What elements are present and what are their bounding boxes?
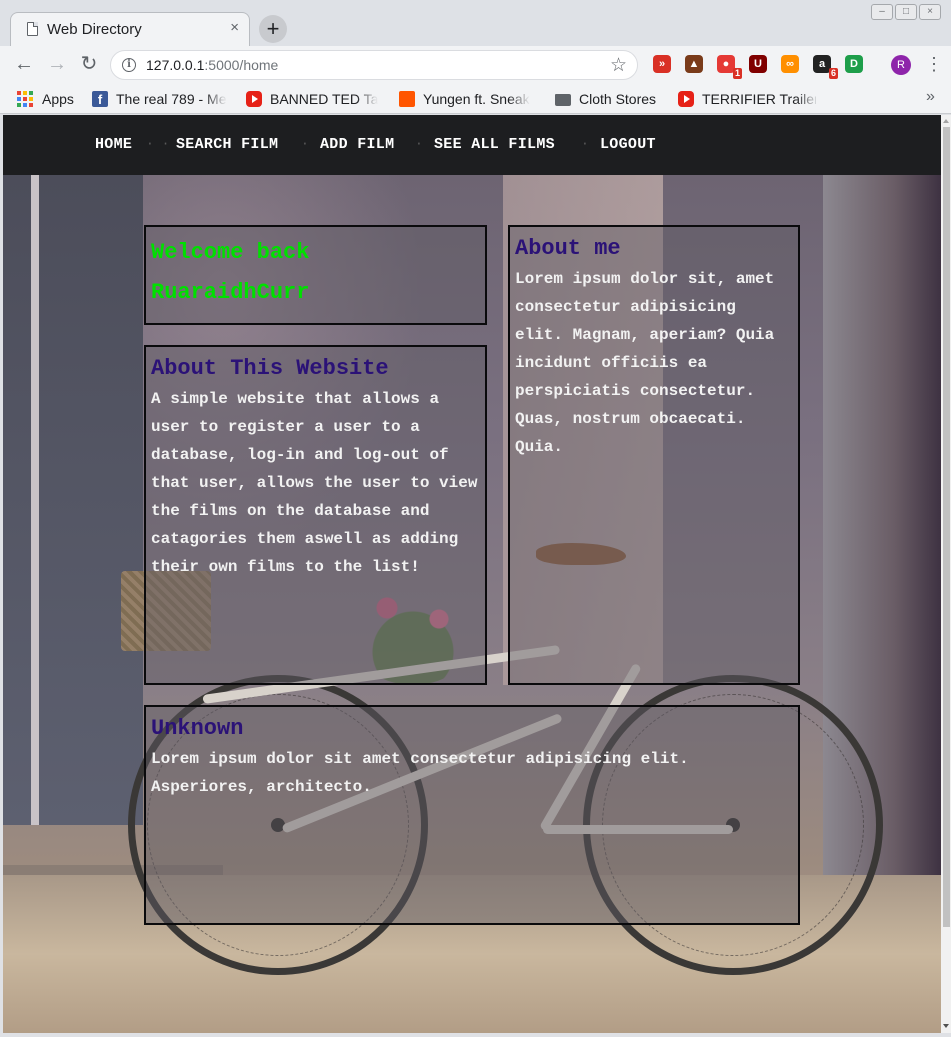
scroll-down-arrow-icon[interactable]	[943, 1024, 949, 1028]
soundcloud-icon	[399, 91, 415, 107]
nav-home[interactable]: HOME	[95, 136, 132, 153]
bookmarks-bar: Apps f The real 789 - Me BANNED TED Ta Y…	[0, 84, 951, 114]
address-bar[interactable]: i 127.0.0.1:5000/home ☆	[110, 50, 638, 80]
about-me-text: Lorem ipsum dolor sit, amet consectetur …	[515, 270, 775, 456]
scroll-up-arrow-icon[interactable]	[943, 119, 949, 123]
page-scrollbar[interactable]	[941, 115, 951, 1033]
about-website-panel: About This Website A simple website that…	[144, 345, 487, 685]
bookmark-star-icon[interactable]: ☆	[610, 54, 627, 77]
extension-green-id-icon[interactable]: D	[845, 55, 863, 73]
bookmarks-overflow-icon[interactable]: »	[926, 88, 935, 106]
new-tab-button[interactable]: +	[259, 15, 287, 43]
unknown-text: Lorem ipsum dolor sit amet consectetur a…	[151, 750, 689, 796]
back-button[interactable]: ←	[11, 52, 37, 78]
forward-button[interactable]: →	[44, 52, 70, 78]
extension-chrome-red-icon[interactable]: ● 1	[717, 55, 742, 79]
bookmark-label: Apps	[42, 91, 74, 107]
tab-strip: Web Directory × + – □ ×	[0, 0, 951, 46]
site-navbar: HOME · · SEARCH FILM · ADD FILM · SEE AL…	[3, 115, 941, 175]
about-me-title: About me	[515, 236, 621, 261]
tab-title: Web Directory	[47, 21, 142, 38]
browser-menu-icon[interactable]: ⋮	[925, 54, 943, 74]
facebook-icon: f	[92, 91, 108, 107]
nav-separator: ·	[301, 136, 309, 151]
window-controls: – □ ×	[871, 4, 941, 20]
welcome-heading: Welcome back	[151, 240, 310, 265]
bg-doorway	[3, 175, 143, 825]
nav-search-film[interactable]: SEARCH FILM	[176, 136, 278, 153]
about-website-text: A simple website that allows a user to r…	[151, 390, 478, 576]
scrollbar-thumb[interactable]	[943, 127, 950, 927]
folder-icon	[555, 94, 571, 106]
url-text[interactable]: 127.0.0.1:5000/home	[146, 57, 278, 73]
welcome-username: RuaraidhCurr	[151, 280, 310, 305]
tab-close-icon[interactable]: ×	[230, 19, 239, 36]
bookmark-terrifier[interactable]: TERRIFIER Trailer	[678, 89, 816, 109]
bookmark-label: Yungen ft. Sneak	[423, 91, 530, 107]
bookmark-facebook[interactable]: f The real 789 - Me	[92, 89, 230, 109]
youtube-icon	[246, 91, 262, 107]
bookmark-label: BANNED TED Ta	[270, 91, 379, 107]
extension-hat-icon[interactable]: ▲	[685, 55, 703, 73]
about-me-panel: About me Lorem ipsum dolor sit, amet con…	[508, 225, 800, 685]
page-viewport: HOME · · SEARCH FILM · ADD FILM · SEE AL…	[3, 115, 941, 1033]
extension-amazon-icon[interactable]: a6	[813, 55, 838, 79]
minimize-button[interactable]: –	[871, 4, 893, 20]
nav-separator: ·	[415, 136, 423, 151]
bookmark-label: The real 789 - Me	[116, 91, 227, 107]
site-info-icon[interactable]: i	[122, 58, 136, 72]
about-website-title: About This Website	[151, 356, 389, 381]
apps-grid-icon	[17, 91, 33, 107]
nav-logout[interactable]: LOGOUT	[600, 136, 656, 153]
youtube-icon	[678, 91, 694, 107]
page-icon	[27, 22, 38, 36]
nav-add-film[interactable]: ADD FILM	[320, 136, 394, 153]
browser-tab[interactable]: Web Directory ×	[10, 12, 250, 46]
nav-see-all-films[interactable]: SEE ALL FILMS	[434, 136, 555, 153]
bookmark-yungen[interactable]: Yungen ft. Sneak	[399, 89, 537, 109]
profile-avatar[interactable]: R	[891, 55, 911, 75]
bg-door-frame	[31, 175, 39, 825]
extension-badge: 1	[732, 68, 742, 79]
bookmark-apps[interactable]: Apps	[17, 89, 74, 109]
unknown-title: Unknown	[151, 716, 244, 741]
bookmark-cloth-stores[interactable]: Cloth Stores	[555, 89, 656, 109]
bookmark-label: Cloth Stores	[579, 91, 657, 107]
extension-red-arrows-icon[interactable]: »	[653, 55, 671, 73]
welcome-panel: Welcome back RuaraidhCurr	[144, 225, 487, 325]
extension-infinity-icon[interactable]: ∞	[781, 55, 799, 73]
reload-button[interactable]: ↻	[76, 52, 102, 78]
bookmark-banned-ted[interactable]: BANNED TED Ta	[246, 89, 383, 109]
unknown-panel: Unknown Lorem ipsum dolor sit amet conse…	[144, 705, 800, 925]
bookmark-label: TERRIFIER Trailer	[702, 91, 816, 107]
extension-ublock-icon[interactable]: U	[749, 55, 767, 73]
browser-toolbar: ← → ↻ i 127.0.0.1:5000/home ☆ » ▲ ● 1 U ∞ a 6 D …	[0, 46, 951, 84]
extension-badge: 6	[828, 68, 838, 79]
nav-separator: ·	[581, 136, 589, 151]
nav-separator: · ·	[146, 136, 170, 151]
close-window-button[interactable]: ×	[919, 4, 941, 20]
maximize-button[interactable]: □	[895, 4, 917, 20]
